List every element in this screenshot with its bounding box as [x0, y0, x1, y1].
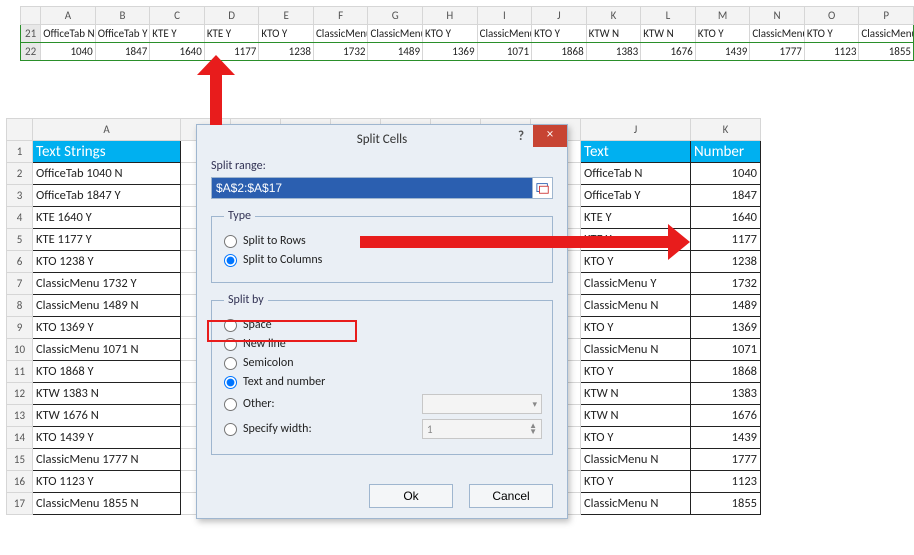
- range-picker-icon[interactable]: [532, 178, 552, 198]
- col-a-header[interactable]: Text Strings: [33, 141, 181, 163]
- opt-other[interactable]: Other: ▾: [224, 394, 542, 414]
- ok-button[interactable]: Ok: [369, 484, 453, 508]
- split-range-label: Split range:: [211, 159, 553, 173]
- col-k-header[interactable]: Number: [691, 141, 761, 163]
- other-combo[interactable]: ▾: [422, 394, 542, 414]
- width-spinner[interactable]: 1 ▲▼: [422, 419, 542, 439]
- split-range-input[interactable]: [212, 178, 532, 198]
- opt-text-and-number[interactable]: Text and number: [224, 375, 542, 389]
- splitby-group: Split by Space New line Semicolon Text a…: [211, 293, 553, 455]
- type-legend: Type: [224, 209, 255, 223]
- arrow-up-icon: [195, 55, 235, 125]
- top-result-grid: ABCD EFGH IJKL MNOP 21 OfficeTab NOffice…: [20, 6, 914, 61]
- close-icon[interactable]: ×: [533, 125, 567, 147]
- arrow-right-icon: [360, 224, 690, 258]
- opt-semicolon[interactable]: Semicolon: [224, 356, 542, 370]
- dialog-titlebar[interactable]: Split Cells ? ×: [197, 125, 567, 153]
- top-row-22[interactable]: 22 1040184716401177 1238173214891369 107…: [21, 43, 914, 61]
- top-row-21[interactable]: 21 OfficeTab NOfficeTab YKTE YKTE Y KTO …: [21, 25, 914, 43]
- split-range-input-row: [211, 177, 553, 199]
- opt-specify-width[interactable]: Specify width: 1 ▲▼: [224, 419, 542, 439]
- spinner-arrows-icon[interactable]: ▲▼: [529, 423, 537, 435]
- col-j-header[interactable]: Text: [581, 141, 691, 163]
- splitby-legend: Split by: [224, 293, 268, 307]
- dialog-title: Split Cells: [357, 132, 408, 147]
- highlight-text-and-number: [207, 320, 357, 342]
- help-icon[interactable]: ?: [511, 129, 531, 149]
- top-col-headers: ABCD EFGH IJKL MNOP: [21, 7, 914, 25]
- cancel-button[interactable]: Cancel: [469, 484, 553, 508]
